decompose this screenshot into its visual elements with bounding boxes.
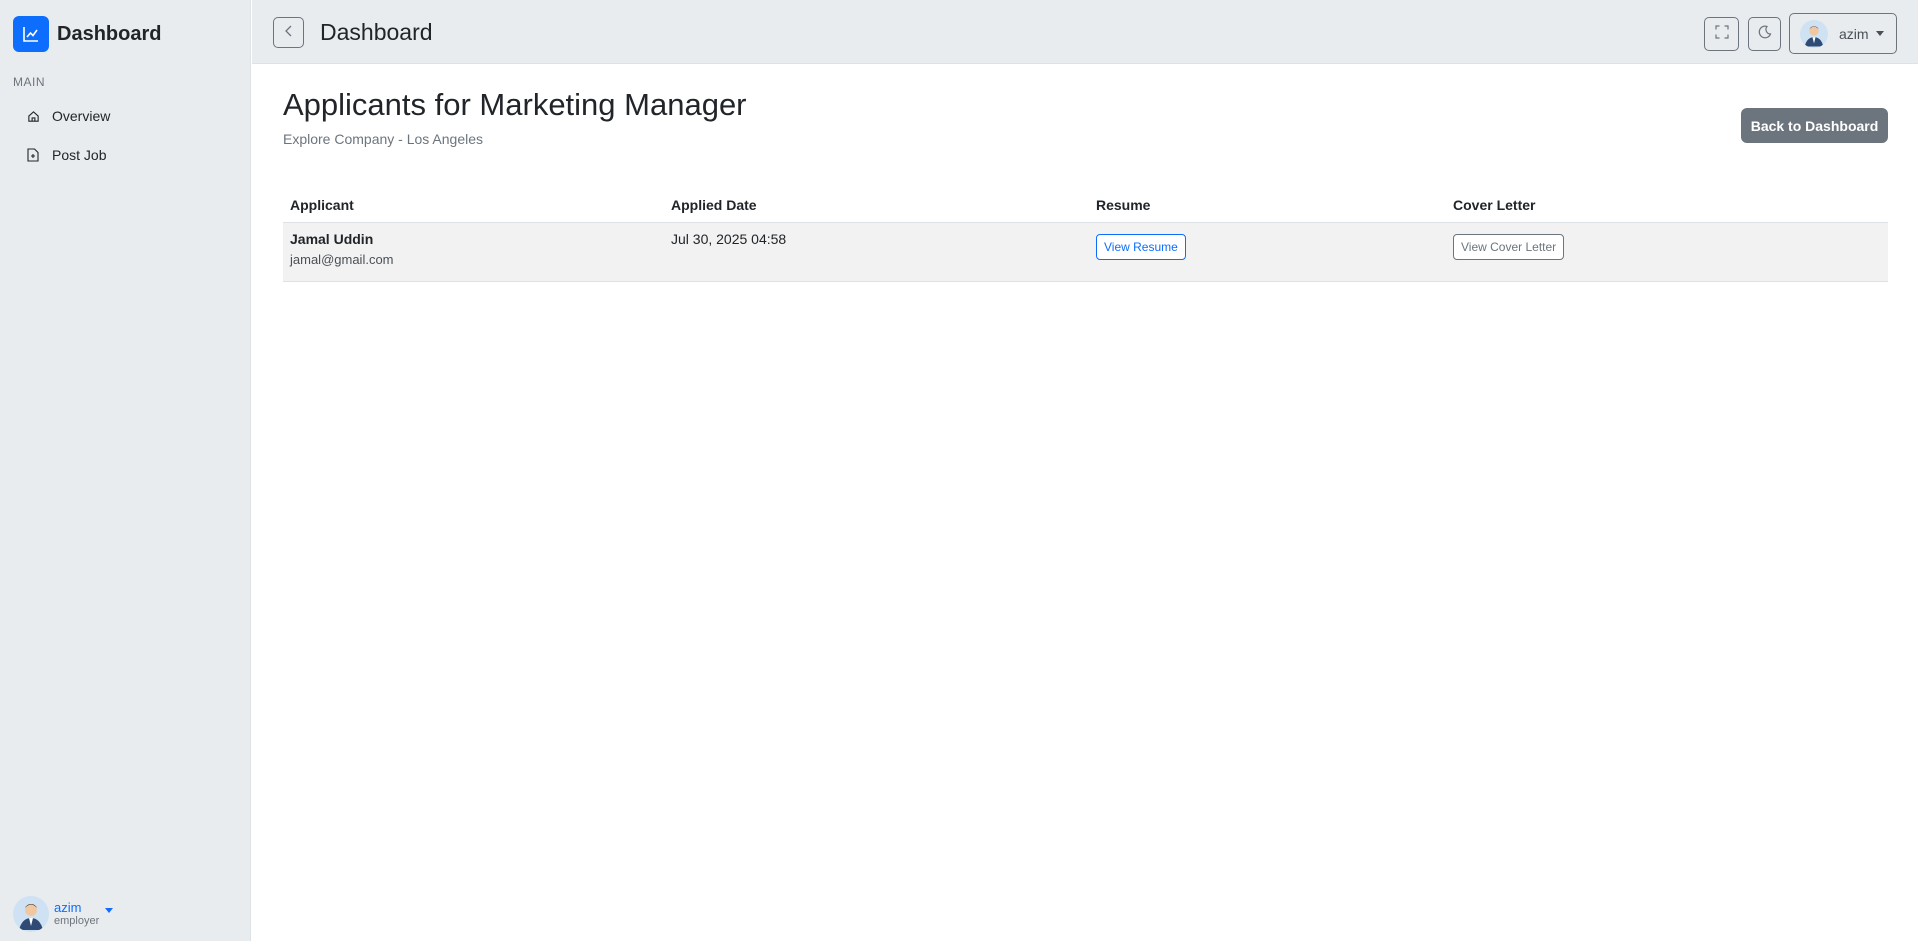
caret-down-icon (105, 907, 114, 913)
table-header-row: Applicant Applied Date Resume Cover Lett… (283, 190, 1888, 223)
brand[interactable]: Dashboard (13, 16, 161, 52)
sidebar-user-role: employer (54, 915, 100, 928)
applicant-name: Jamal Uddin (290, 230, 374, 247)
chevron-left-icon (284, 24, 294, 42)
applicants-table: Applicant Applied Date Resume Cover Lett… (283, 190, 1888, 282)
sidebar-item-label: Overview (52, 108, 111, 124)
table-row: Jamal Uddin jamal@gmail.com Jul 30, 2025… (283, 222, 1888, 282)
sidebar-item-post-job[interactable]: Post Job (16, 139, 236, 171)
sidebar-toggle-button[interactable] (273, 17, 304, 48)
applied-date: Jul 30, 2025 04:58 (671, 230, 787, 247)
column-header-cover-letter: Cover Letter (1446, 190, 1888, 223)
theme-toggle-button[interactable] (1748, 17, 1781, 51)
column-header-applicant: Applicant (283, 190, 664, 223)
page-subtitle: Explore Company - Los Angeles (283, 131, 483, 147)
view-cover-letter-button[interactable]: View Cover Letter (1453, 233, 1565, 260)
column-header-resume: Resume (1089, 190, 1446, 223)
view-resume-button[interactable]: View Resume (1096, 233, 1186, 260)
avatar (13, 896, 49, 932)
user-menu-button[interactable]: azim (1789, 13, 1897, 54)
caret-down-icon (1875, 31, 1884, 36)
brand-title: Dashboard (57, 22, 162, 45)
user-menu-name: azim (1839, 25, 1869, 42)
applicant-email: jamal@gmail.com (290, 251, 394, 267)
sidebar: Dashboard MAIN Overview Post Job azim em… (0, 0, 251, 941)
topbar: Dashboard azim (252, 0, 1918, 64)
sidebar-user-menu[interactable]: azim employer (13, 896, 114, 932)
nav-section-label: MAIN (13, 75, 45, 89)
file-plus-icon (26, 148, 40, 162)
sidebar-nav: Overview Post Job (16, 100, 236, 178)
sidebar-user-name: azim (54, 899, 82, 915)
back-to-dashboard-button[interactable]: Back to Dashboard (1741, 108, 1888, 143)
home-icon (26, 109, 40, 123)
chart-line-icon (13, 16, 49, 52)
page-title: Applicants for Marketing Manager (283, 87, 747, 122)
avatar (1800, 19, 1828, 48)
sidebar-item-overview[interactable]: Overview (16, 100, 236, 132)
page-header-title: Dashboard (320, 19, 433, 45)
fullscreen-button[interactable] (1704, 17, 1739, 51)
sidebar-item-label: Post Job (52, 147, 107, 163)
moon-icon (1758, 25, 1772, 44)
column-header-applied-date: Applied Date (664, 190, 1089, 223)
fullscreen-icon (1714, 24, 1729, 44)
